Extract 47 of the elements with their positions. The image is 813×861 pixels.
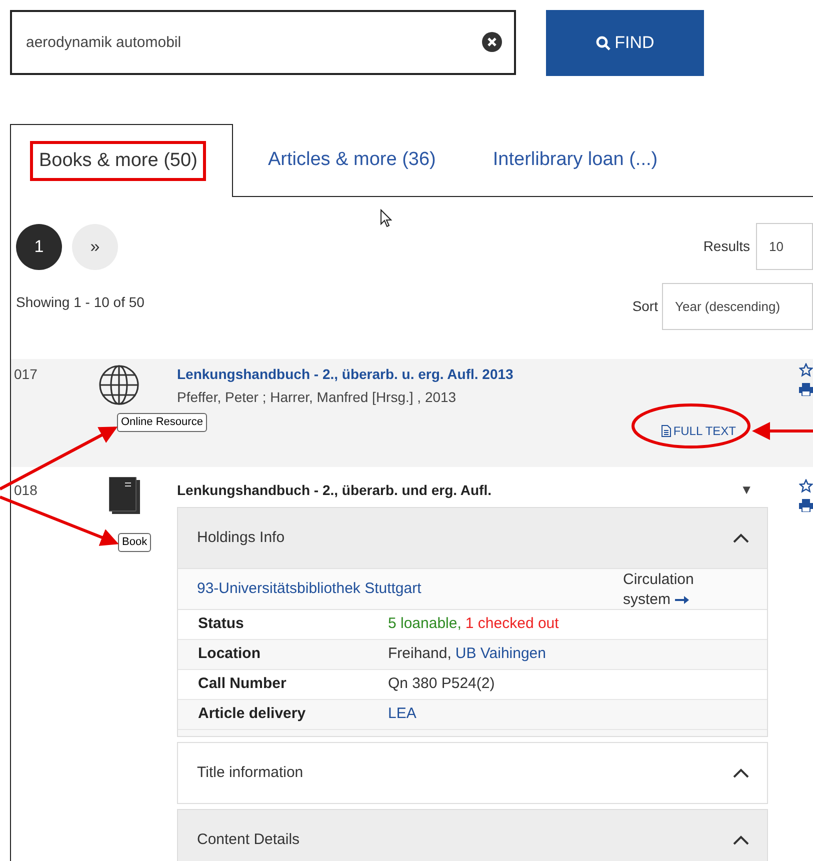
sort-label: Sort [632,297,658,316]
clear-icon[interactable] [482,32,502,52]
result-authors: Pfeffer, Peter ; Harrer, Manfred [Hrsg.] , 2013 [177,388,458,407]
library-link[interactable]: 93-Universitätsbibliothek Stuttgart [197,578,623,600]
document-icon [661,425,672,437]
print-icon[interactable] [799,499,813,512]
search-icon [596,36,611,50]
book-icon [109,477,141,515]
results-label: Results [703,237,750,256]
result-title[interactable]: Lenkungshandbuch - 2., überarb. und erg. Aufl. [177,480,492,501]
star-icon[interactable] [799,479,813,493]
field-value: LEA [388,704,416,724]
chevron-up-icon[interactable] [733,835,749,845]
find-button[interactable]: FIND [546,10,704,76]
result-number: 017 [13,365,38,384]
field-value: 5 loanable, 1 checked out [388,614,559,634]
arrow-right-icon [674,596,689,604]
page-button[interactable]: » [72,224,118,270]
field-label: Article delivery [197,704,307,724]
sort-select[interactable]: Year (descending) [662,283,813,330]
circulation-link[interactable]: Circulation system [623,570,703,610]
result-number: 018 [13,481,38,500]
toggle-icon[interactable]: ▼ [740,480,753,501]
panel-header[interactable]: Content Details [178,810,767,861]
field-label: Status [197,614,245,634]
chevron-up-icon[interactable] [733,533,749,543]
chevron-up-icon[interactable] [733,768,749,778]
page-button[interactable]: 1 [16,224,62,270]
field-label: Call Number [197,674,288,694]
showing-count: Showing 1 - 10 of 50 [16,293,144,312]
panel-header[interactable]: Holdings Info [178,508,767,568]
result-title[interactable]: Lenkungshandbuch - 2., überarb. u. erg. Aufl. 2013 [177,364,514,385]
print-icon[interactable] [799,383,813,396]
field-value: Qn 380 P524(2) [388,674,495,694]
field-label: Location [197,644,262,664]
annotation-arrow [752,422,813,440]
cursor-icon [380,209,392,228]
globe-icon [98,364,140,406]
search-field[interactable]: aerodynamik automobil [10,10,516,75]
field-value: Freihand, UB Vaihingen [388,644,546,664]
tab[interactable]: Interlibrary loan (...) [458,124,680,197]
tab[interactable]: Books & more (50) [11,124,233,197]
format-badge: Book [118,533,152,552]
format-badge: Online Resource [117,413,207,432]
tab[interactable]: Articles & more (36) [233,124,458,197]
results-field[interactable]: 10 [756,223,813,270]
star-icon[interactable] [799,363,813,377]
